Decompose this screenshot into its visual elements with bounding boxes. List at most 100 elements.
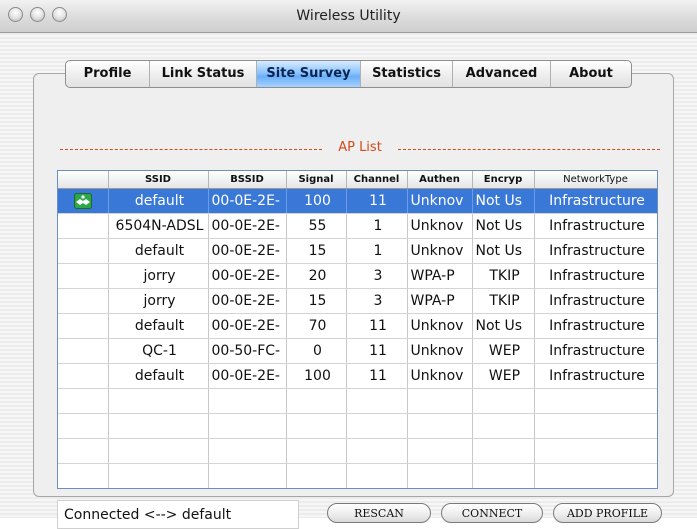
signal-cell: 0: [286, 338, 347, 364]
connection-status: Connected <--> default: [57, 500, 299, 529]
tab-link-status[interactable]: Link Status: [150, 61, 257, 87]
ssid-cell: jorry: [108, 263, 209, 289]
ap-list-title: AP List: [338, 140, 382, 155]
column-header-encryp[interactable]: Encryp: [472, 171, 535, 189]
row-icon-cell: [58, 238, 109, 264]
connected-handshake-icon: [73, 192, 92, 209]
column-header-authen[interactable]: Authen: [407, 171, 473, 189]
column-header-ssid[interactable]: SSID: [108, 171, 209, 189]
table-row[interactable]: default 00-0E-2E- 100 11 Unknov WEP Infr…: [58, 363, 657, 389]
rescan-button[interactable]: RESCAN: [327, 503, 431, 523]
channel-cell: 11: [346, 188, 408, 214]
ssid-cell: default: [108, 238, 209, 264]
networktype-cell: Infrastructure: [534, 338, 657, 364]
ssid-cell: QC-1: [108, 338, 209, 364]
encryp-cell: TKIP: [472, 263, 535, 289]
window-title: Wireless Utility: [296, 8, 401, 24]
connect-button[interactable]: CONNECT: [441, 503, 543, 523]
authen-cell: Unknov: [407, 363, 473, 389]
divider: [398, 149, 660, 150]
signal-cell: 55: [286, 213, 347, 239]
empty-row: [58, 463, 657, 488]
authen-cell: Unknov: [407, 338, 473, 364]
encryp-cell: Not Us: [472, 238, 535, 264]
encryp-cell: WEP: [472, 338, 535, 364]
encryp-cell: Not Us: [472, 313, 535, 339]
tab-site-survey[interactable]: Site Survey: [257, 61, 361, 87]
row-icon-cell: [58, 263, 109, 289]
tab-bar: Profile Link Status Site Survey Statisti…: [65, 60, 632, 88]
ssid-cell: default: [108, 363, 209, 389]
networktype-cell: Infrastructure: [534, 213, 657, 239]
authen-cell: Unknov: [407, 188, 473, 214]
channel-cell: 11: [346, 338, 408, 364]
table-row[interactable]: default 00-0E-2E- 100 11 Unknov Not Us I…: [58, 188, 657, 214]
table-header-row: SSID BSSID Signal Channel Authen Encryp …: [58, 171, 657, 189]
channel-cell: 11: [346, 313, 408, 339]
table-row[interactable]: jorry 00-0E-2E- 15 3 WPA-P TKIP Infrastr…: [58, 288, 657, 314]
signal-cell: 100: [286, 188, 347, 214]
networktype-cell: Infrastructure: [534, 238, 657, 264]
bssid-cell: 00-0E-2E-: [208, 363, 287, 389]
authen-cell: Unknov: [407, 313, 473, 339]
authen-cell: WPA-P: [407, 288, 473, 314]
column-header-icon[interactable]: [58, 171, 109, 189]
window-content: Profile Link Status Site Survey Statisti…: [0, 33, 697, 529]
column-header-bssid[interactable]: BSSID: [208, 171, 287, 189]
bssid-cell: 00-0E-2E-: [208, 313, 287, 339]
empty-row: [58, 388, 657, 414]
authen-cell: Unknov: [407, 238, 473, 264]
divider: [60, 149, 322, 150]
table-row[interactable]: default 00-0E-2E- 70 11 Unknov Not Us In…: [58, 313, 657, 339]
ssid-cell: default: [108, 313, 209, 339]
ssid-cell: 6504N-ADSL: [108, 213, 209, 239]
ssid-cell: default: [108, 188, 209, 214]
networktype-cell: Infrastructure: [534, 313, 657, 339]
add-profile-button[interactable]: ADD PROFILE: [553, 503, 662, 523]
tab-profile[interactable]: Profile: [66, 61, 150, 87]
signal-cell: 70: [286, 313, 347, 339]
table-row[interactable]: 6504N-ADSL 00-0E-2E- 55 1 Unknov Not Us …: [58, 213, 657, 239]
encryp-cell: Not Us: [472, 213, 535, 239]
encryp-cell: TKIP: [472, 288, 535, 314]
column-header-networktype[interactable]: NetworkType: [534, 171, 657, 189]
title-bar: Wireless Utility: [0, 0, 697, 33]
bssid-cell: 00-0E-2E-: [208, 288, 287, 314]
column-header-channel[interactable]: Channel: [346, 171, 408, 189]
authen-cell: Unknov: [407, 213, 473, 239]
row-icon-cell: [58, 363, 109, 389]
ssid-cell: jorry: [108, 288, 209, 314]
bssid-cell: 00-0E-2E-: [208, 238, 287, 264]
bssid-cell: 00-0E-2E-: [208, 213, 287, 239]
ap-list-group-header: AP List: [60, 140, 660, 157]
signal-cell: 15: [286, 238, 347, 264]
channel-cell: 1: [346, 213, 408, 239]
table-row[interactable]: default 00-0E-2E- 15 1 Unknov Not Us Inf…: [58, 238, 657, 264]
networktype-cell: Infrastructure: [534, 363, 657, 389]
signal-cell: 20: [286, 263, 347, 289]
table-row[interactable]: QC-1 00-50-FC- 0 11 Unknov WEP Infrastru…: [58, 338, 657, 364]
networktype-cell: Infrastructure: [534, 188, 657, 214]
networktype-cell: Infrastructure: [534, 263, 657, 289]
authen-cell: WPA-P: [407, 263, 473, 289]
tab-about[interactable]: About: [551, 61, 631, 87]
channel-cell: 3: [346, 288, 408, 314]
encryp-cell: Not Us: [472, 188, 535, 214]
signal-cell: 100: [286, 363, 347, 389]
channel-cell: 1: [346, 238, 408, 264]
channel-cell: 3: [346, 263, 408, 289]
ap-list-table[interactable]: SSID BSSID Signal Channel Authen Encryp …: [57, 170, 658, 489]
tab-advanced[interactable]: Advanced: [453, 61, 551, 87]
signal-cell: 15: [286, 288, 347, 314]
channel-cell: 11: [346, 363, 408, 389]
row-icon-cell: [58, 313, 109, 339]
row-icon-cell: [58, 288, 109, 314]
empty-row: [58, 413, 657, 439]
row-icon-cell: [58, 188, 109, 214]
column-header-signal[interactable]: Signal: [286, 171, 347, 189]
row-icon-cell: [58, 213, 109, 239]
tab-statistics[interactable]: Statistics: [361, 61, 453, 87]
bssid-cell: 00-50-FC-: [208, 338, 287, 364]
empty-row: [58, 438, 657, 464]
table-row[interactable]: jorry 00-0E-2E- 20 3 WPA-P TKIP Infrastr…: [58, 263, 657, 289]
